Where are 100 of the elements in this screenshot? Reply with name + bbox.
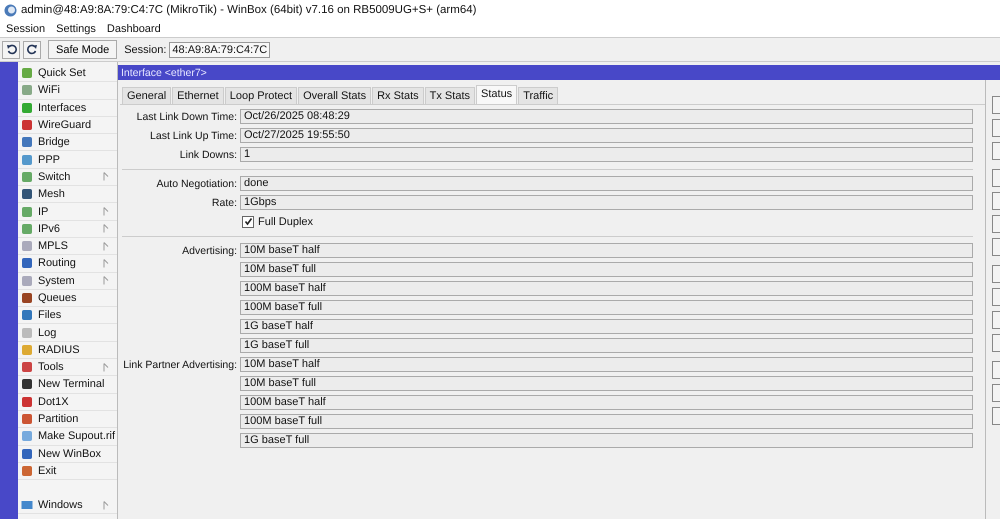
- value-field: 100M baseT full: [240, 414, 973, 429]
- side-button[interactable]: [992, 215, 1000, 233]
- field-label: Auto Negotiation:: [155, 178, 238, 190]
- value-field: 10M baseT half: [240, 243, 973, 258]
- session-label: Session:: [124, 44, 166, 56]
- value-field: Oct/26/2025 08:48:29: [240, 109, 973, 124]
- sidebar-item[interactable]: Windows: [18, 497, 117, 514]
- side-button[interactable]: [992, 169, 1000, 187]
- menu-icon: [21, 430, 33, 442]
- menu-icon: [21, 206, 33, 218]
- value-field: 1: [240, 147, 973, 162]
- side-button[interactable]: [992, 288, 1000, 306]
- undo-button[interactable]: [2, 40, 20, 58]
- sidebar-item[interactable]: Interfaces: [18, 100, 117, 117]
- window-icon: [21, 499, 33, 512]
- value-field: 1Gbps: [240, 195, 973, 210]
- sidebar-item[interactable]: System: [18, 272, 117, 290]
- sidebar-item[interactable]: Switch: [18, 168, 117, 186]
- sidebar-item[interactable]: PPP: [18, 151, 117, 169]
- menu-icon: [21, 292, 33, 304]
- redo-button[interactable]: [23, 40, 41, 58]
- value-field: 10M baseT full: [240, 376, 973, 391]
- sidebar-item[interactable]: Partition: [18, 410, 117, 428]
- tab[interactable]: Tx Stats: [424, 87, 475, 104]
- sidebar-item[interactable]: Files: [18, 307, 117, 324]
- redo-icon: [26, 44, 38, 55]
- menu-item[interactable]: Session: [6, 22, 46, 34]
- tab[interactable]: Loop Protect: [224, 87, 298, 104]
- value-field: 10M baseT half: [240, 357, 973, 372]
- field-label: Last Link Up Time:: [149, 130, 238, 142]
- sidebar-item[interactable]: IP: [18, 203, 117, 221]
- side-button[interactable]: [992, 96, 1000, 114]
- side-button[interactable]: [992, 361, 1000, 379]
- menu-icon: [21, 448, 33, 460]
- value-field: 1G baseT full: [240, 433, 973, 448]
- value-field: 100M baseT half: [240, 395, 973, 410]
- side-button[interactable]: [992, 119, 1000, 137]
- sidebar-item[interactable]: Routing: [18, 255, 117, 273]
- menu-icon: [21, 344, 33, 356]
- sidebar-item[interactable]: Exit: [18, 462, 117, 480]
- tab[interactable]: Status: [476, 85, 518, 104]
- field-label: Last Link Down Time:: [136, 110, 238, 122]
- sidebar-item[interactable]: Bridge: [18, 134, 117, 152]
- value-field: Oct/27/2025 19:55:50: [240, 128, 973, 143]
- sidebar-item[interactable]: WiFi: [18, 82, 117, 100]
- value-field: 1G baseT full: [240, 338, 973, 353]
- sidebar-item[interactable]: Dot1X: [18, 394, 117, 411]
- menu-item[interactable]: Settings: [56, 22, 96, 34]
- menu-icon: [21, 84, 33, 96]
- tab[interactable]: Rx Stats: [372, 87, 424, 104]
- value-field: 100M baseT half: [240, 281, 973, 296]
- sidebar-item[interactable]: New WinBox: [18, 446, 117, 463]
- sidebar-item[interactable]: Log: [18, 324, 117, 342]
- sidebar-item[interactable]: Make Supout.rif: [18, 428, 117, 446]
- side-button[interactable]: [992, 142, 1000, 160]
- menu-item[interactable]: Dashboard: [106, 22, 161, 34]
- menu-icon: [21, 102, 33, 114]
- value-field: 1G baseT half: [240, 319, 973, 334]
- tab[interactable]: Traffic: [518, 87, 558, 104]
- undo-icon: [6, 44, 16, 55]
- sidebar-item[interactable]: Tools: [18, 359, 117, 376]
- checkbox-label: Full Duplex: [258, 216, 314, 228]
- side-button[interactable]: [992, 384, 1000, 402]
- menu-icon: [21, 240, 33, 252]
- side-button[interactable]: [992, 311, 1000, 329]
- menu-icon: [21, 274, 33, 287]
- menu-icon: [21, 154, 33, 166]
- menu-icon: [21, 413, 33, 426]
- sidebar-item[interactable]: WireGuard: [18, 116, 117, 134]
- sidebar-item[interactable]: IPv6: [18, 220, 117, 238]
- side-button[interactable]: [992, 407, 1000, 425]
- sidebar-item[interactable]: Quick Set: [18, 65, 117, 82]
- app-logo-icon: [4, 4, 17, 16]
- menu-icon: [21, 309, 33, 322]
- checkbox[interactable]: [242, 216, 254, 228]
- sidebar-item[interactable]: RADIUS: [18, 342, 117, 360]
- tab[interactable]: General: [122, 87, 172, 104]
- sidebar-item[interactable]: New Terminal: [18, 376, 117, 394]
- menu-icon: [21, 188, 33, 200]
- field-label: Link Partner Advertising:: [123, 358, 237, 370]
- side-button[interactable]: [992, 265, 1000, 283]
- session-field[interactable]: 48:A9:8A:79:C4:7C: [169, 42, 270, 58]
- menu-icon: [21, 257, 33, 270]
- tab[interactable]: Ethernet: [172, 87, 224, 104]
- safe-mode-button[interactable]: Safe Mode: [48, 40, 118, 59]
- value-field: 100M baseT full: [240, 300, 973, 315]
- side-button[interactable]: [992, 238, 1000, 256]
- menu-icon: [21, 396, 33, 408]
- menu-icon: [21, 378, 33, 390]
- side-button[interactable]: [992, 334, 1000, 352]
- sidebar-item[interactable]: Mesh: [18, 186, 117, 204]
- value-field: done: [240, 176, 973, 191]
- menu-icon: [21, 326, 33, 339]
- tab[interactable]: Overall Stats: [298, 87, 372, 104]
- field-label: Advertising:: [182, 244, 237, 256]
- sidebar-item[interactable]: MPLS: [18, 238, 117, 256]
- menu-icon: [21, 136, 33, 148]
- sidebar-item[interactable]: Queues: [18, 290, 117, 308]
- side-button[interactable]: [992, 192, 1000, 210]
- menu-icon: [21, 67, 33, 80]
